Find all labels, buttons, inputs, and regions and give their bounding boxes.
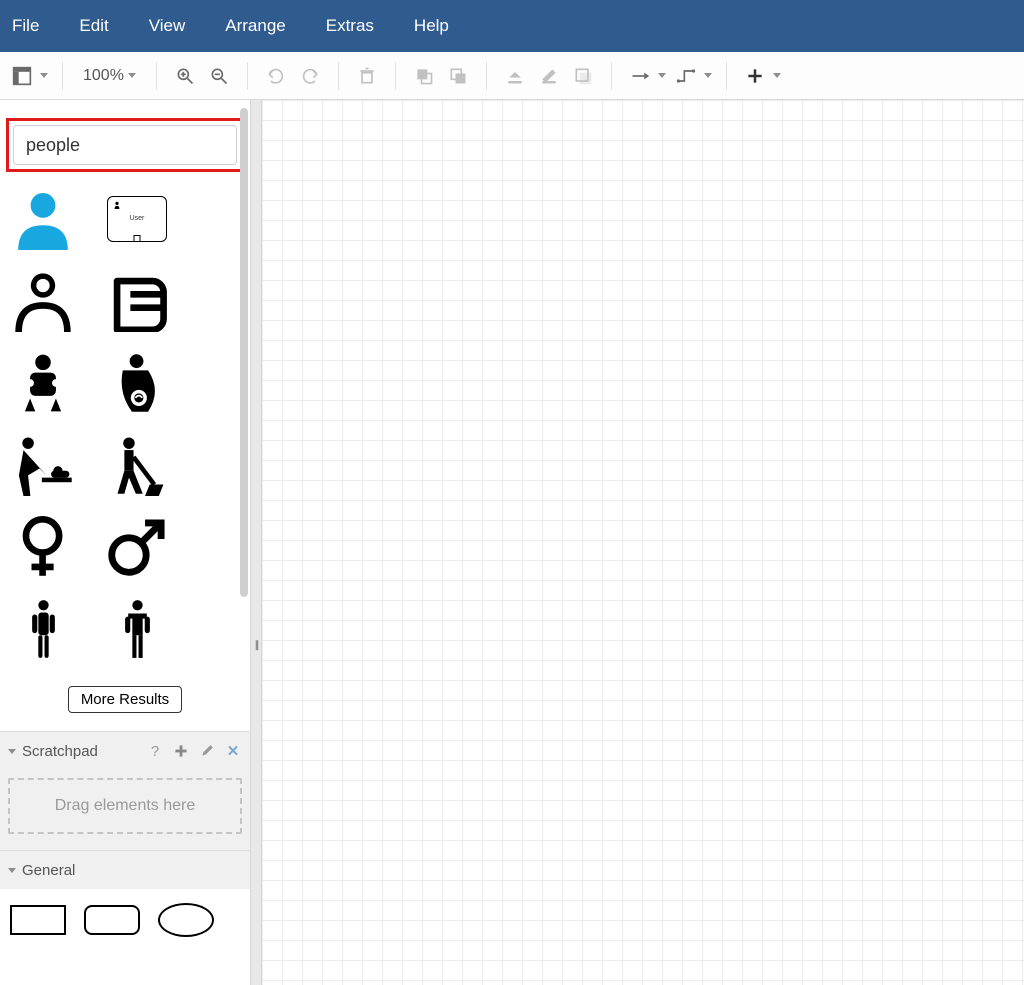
workspace: User <box>0 100 1024 985</box>
toolbar: 100% <box>0 52 1024 100</box>
shape-rounded-rectangle[interactable] <box>84 905 140 935</box>
canvas-grid <box>262 100 1024 985</box>
redo-button[interactable] <box>296 62 324 90</box>
scratchpad-header[interactable]: Scratchpad ? ✕ <box>0 732 250 770</box>
scratchpad-section: Scratchpad ? ✕ Drag elements here <box>0 731 250 850</box>
general-title: General <box>22 862 75 879</box>
splitter-grip-icon: ∥ <box>255 640 258 651</box>
shape-results: User <box>0 184 250 731</box>
shape-ellipse[interactable] <box>158 903 214 937</box>
to-front-button[interactable] <box>410 62 438 90</box>
zoom-label: 100% <box>83 67 124 85</box>
menu-help[interactable]: Help <box>414 16 449 36</box>
help-icon[interactable]: ? <box>146 742 164 760</box>
zoom-out-button[interactable] <box>205 62 233 90</box>
add-button[interactable] <box>741 62 769 90</box>
connection-style-button[interactable] <box>626 62 654 90</box>
scratchpad-title: Scratchpad <box>22 743 98 760</box>
shape-pregnant[interactable] <box>106 352 168 414</box>
sidebar-scrollbar[interactable] <box>240 108 248 597</box>
zoom-in-button[interactable] <box>171 62 199 90</box>
fill-color-button[interactable] <box>501 62 529 90</box>
menu-view[interactable]: View <box>149 16 186 36</box>
to-back-button[interactable] <box>444 62 472 90</box>
shape-female-symbol[interactable] <box>12 516 74 578</box>
menu-edit[interactable]: Edit <box>79 16 108 36</box>
add-scratch-icon[interactable] <box>172 742 190 760</box>
shape-search <box>13 125 237 165</box>
menu-arrange[interactable]: Arrange <box>225 16 285 36</box>
waypoint-caret-icon[interactable] <box>704 73 712 78</box>
shape-digging[interactable] <box>106 434 168 496</box>
sidebar-splitter[interactable]: ∥ <box>250 100 262 985</box>
line-color-button[interactable] <box>535 62 563 90</box>
sidebar: User <box>0 100 250 985</box>
shadow-button[interactable] <box>569 62 597 90</box>
shape-search-input[interactable] <box>24 134 260 157</box>
undo-button[interactable] <box>262 62 290 90</box>
collapse-icon <box>8 749 16 754</box>
delete-button[interactable] <box>353 62 381 90</box>
shape-changing-table[interactable] <box>12 434 74 496</box>
shape-hand[interactable] <box>106 270 168 332</box>
shape-person-outline[interactable] <box>12 270 74 332</box>
canvas[interactable] <box>262 100 1024 985</box>
shape-man-figure-alt[interactable] <box>106 598 168 660</box>
shape-male-symbol[interactable] <box>106 516 168 578</box>
zoom-select[interactable]: 100% <box>77 67 142 85</box>
connection-caret-icon[interactable] <box>658 73 666 78</box>
shape-user-card[interactable]: User <box>106 188 168 250</box>
close-scratch-icon[interactable]: ✕ <box>224 742 242 760</box>
waypoint-style-button[interactable] <box>672 62 700 90</box>
menu-file[interactable]: File <box>12 16 39 36</box>
general-section: General <box>0 850 250 951</box>
menubar: File Edit View Arrange Extras Help <box>0 0 1024 52</box>
add-caret-icon[interactable] <box>773 73 781 78</box>
collapse-icon <box>8 868 16 873</box>
shape-rectangle[interactable] <box>10 905 66 935</box>
user-card-label: User <box>108 215 166 222</box>
layout-caret-icon[interactable] <box>40 73 48 78</box>
shape-baby[interactable] <box>12 352 74 414</box>
menu-extras[interactable]: Extras <box>326 16 374 36</box>
scratchpad-dropzone[interactable]: Drag elements here <box>8 778 242 834</box>
shape-person-blue[interactable] <box>12 188 74 250</box>
zoom-caret-icon <box>128 73 136 78</box>
shape-search-highlight <box>6 118 244 172</box>
general-header[interactable]: General <box>0 851 250 889</box>
layout-button[interactable] <box>8 62 36 90</box>
edit-scratch-icon[interactable] <box>198 742 216 760</box>
more-results-button[interactable]: More Results <box>68 686 182 713</box>
shape-man-figure[interactable] <box>12 598 74 660</box>
